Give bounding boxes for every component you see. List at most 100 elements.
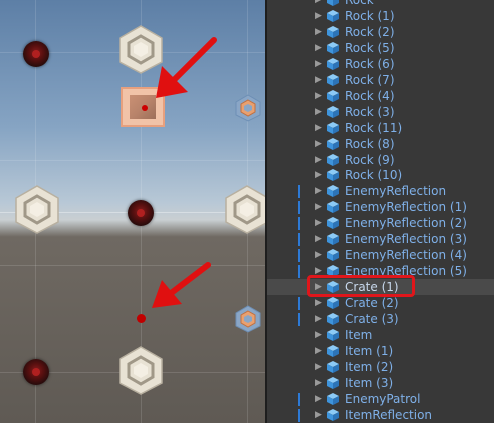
expand-arrow-icon[interactable]: ▶ (315, 231, 322, 247)
expand-arrow-icon[interactable]: ▶ (315, 295, 322, 311)
hierarchy-row[interactable]: ▶ EnemyReflection (1) (267, 199, 494, 215)
prefab-cube-icon (327, 137, 339, 150)
hierarchy-row[interactable]: ▶ Item (2) (267, 359, 494, 375)
hexagon-gizmo-icon[interactable] (234, 94, 262, 122)
expand-arrow-icon[interactable]: ▶ (315, 247, 322, 263)
red-arrow-icon (152, 262, 211, 308)
item-marker-dot[interactable] (137, 314, 146, 323)
rock-object[interactable] (10, 184, 64, 234)
prefab-cube-icon (327, 297, 339, 310)
expand-arrow-icon[interactable]: ▶ (315, 0, 322, 8)
hierarchy-row-label: EnemyReflection (1) (345, 200, 467, 215)
expand-arrow-icon[interactable]: ▶ (315, 56, 322, 72)
hierarchy-row[interactable]: ▶ Rock (2) (267, 24, 494, 40)
hierarchy-row[interactable]: ▶ EnemyPatrol (267, 391, 494, 407)
expand-arrow-icon[interactable]: ▶ (315, 152, 322, 168)
hierarchy-row-label: Rock (345, 0, 374, 7)
expand-arrow-icon[interactable]: ▶ (315, 199, 322, 215)
expand-arrow-icon[interactable]: ▶ (315, 375, 322, 391)
enemy-sphere[interactable] (128, 200, 154, 226)
hierarchy-row-label: ItemReflection (345, 407, 433, 422)
hierarchy-row-label: Rock (3) (345, 104, 395, 119)
prefab-override-marker (298, 249, 300, 263)
expand-arrow-icon[interactable]: ▶ (315, 8, 322, 24)
expand-arrow-icon[interactable]: ▶ (315, 215, 322, 231)
hierarchy-row[interactable]: ▶ Item (3) (267, 375, 494, 391)
prefab-cube-icon (327, 25, 339, 38)
hierarchy-row-label: Rock (8) (345, 136, 395, 151)
hierarchy-row[interactable]: ▶ EnemyReflection (4) (267, 247, 494, 263)
expand-arrow-icon[interactable]: ▶ (315, 136, 322, 152)
hierarchy-row-label: Crate (2) (345, 296, 399, 311)
expand-arrow-icon[interactable]: ▶ (315, 88, 322, 104)
expand-arrow-icon[interactable]: ▶ (315, 120, 322, 136)
prefab-cube-icon (327, 328, 339, 341)
red-arrow-icon (156, 37, 217, 98)
hierarchy-row-label: Crate (3) (345, 312, 399, 326)
hierarchy-row[interactable]: ▶ Rock (6) (267, 56, 494, 72)
hierarchy-row[interactable]: ▶ Rock (7) (267, 72, 494, 88)
prefab-override-marker (298, 265, 300, 279)
hierarchy-row[interactable]: ▶ EnemyReflection (2) (267, 215, 494, 231)
prefab-cube-icon (327, 392, 339, 405)
expand-arrow-icon[interactable]: ▶ (315, 167, 322, 183)
hierarchy-row[interactable]: ▶ Rock (1) (267, 8, 494, 24)
hierarchy-row[interactable]: ▶ Rock (3) (267, 104, 494, 120)
hexagon-gizmo-icon[interactable] (234, 305, 262, 333)
hierarchy-row-label: EnemyReflection (4) (345, 248, 467, 263)
hierarchy-row[interactable]: ▶ Crate (3) (267, 311, 494, 327)
prefab-override-marker (298, 201, 300, 215)
prefab-cube-icon (327, 313, 339, 325)
hierarchy-row-label: Rock (4) (345, 88, 395, 103)
hierarchy-row-label: EnemyPatrol (345, 391, 421, 406)
hierarchy-row[interactable]: ▶ EnemyReflection (3) (267, 231, 494, 247)
expand-arrow-icon[interactable]: ▶ (315, 183, 322, 199)
hierarchy-row-label: EnemyReflection (345, 184, 447, 199)
hierarchy-row[interactable]: ▶ Rock (5) (267, 40, 494, 56)
expand-arrow-icon[interactable]: ▶ (315, 24, 322, 40)
prefab-override-marker (298, 217, 300, 231)
hierarchy-row[interactable]: ▶ Item (1) (267, 343, 494, 359)
expand-arrow-icon[interactable]: ▶ (315, 391, 322, 407)
expand-arrow-icon[interactable]: ▶ (315, 40, 322, 56)
expand-arrow-icon[interactable]: ▶ (315, 359, 322, 375)
scene-view[interactable] (0, 0, 265, 423)
expand-arrow-icon[interactable]: ▶ (315, 72, 322, 88)
expand-arrow-icon[interactable]: ▶ (315, 407, 322, 423)
hierarchy-row[interactable]: ▶ Item (267, 327, 494, 343)
prefab-cube-icon (327, 9, 339, 22)
hierarchy-row-label: EnemyReflection (3) (345, 232, 467, 247)
prefab-cube-icon (327, 121, 339, 134)
expand-arrow-icon[interactable]: ▶ (315, 327, 322, 343)
hierarchy-row[interactable]: ▶ Rock (267, 0, 494, 8)
hierarchy-row-label: Item (2) (345, 359, 394, 374)
prefab-override-marker (298, 185, 300, 199)
grid-line (0, 160, 265, 161)
hierarchy-row[interactable]: ▶ Rock (9) (267, 152, 494, 168)
rock-object[interactable] (220, 184, 265, 234)
prefab-cube-icon (327, 344, 339, 357)
prefab-cube-icon (327, 0, 339, 6)
expand-arrow-icon[interactable]: ▶ (315, 104, 322, 120)
hierarchy-row[interactable]: ▶ EnemyReflection (267, 183, 494, 199)
enemy-sphere[interactable] (23, 359, 49, 385)
expand-arrow-icon[interactable]: ▶ (315, 311, 322, 327)
grid-line (0, 265, 265, 266)
hierarchy-row[interactable]: ▶ Rock (10) (267, 167, 494, 183)
hierarchy-row[interactable]: ▶ Rock (4) (267, 88, 494, 104)
hierarchy-row-label: EnemyReflection (2) (345, 216, 467, 231)
hierarchy-row[interactable]: ▶ Crate (2) (267, 295, 494, 311)
hierarchy-panel[interactable]: ▶ Rock ▶ Rock (1) ▶ Rock (2) ▶ Rock (5) ▶ Rock (6… (267, 0, 494, 423)
hierarchy-row-label: Item (3) (345, 375, 394, 390)
prefab-cube-icon (327, 249, 339, 262)
rock-object[interactable] (114, 345, 168, 395)
hierarchy-row[interactable]: ▶ ItemReflection (267, 407, 494, 423)
prefab-cube-icon (327, 57, 339, 70)
expand-arrow-icon[interactable]: ▶ (315, 343, 322, 359)
prefab-override-marker (298, 392, 300, 406)
prefab-override-marker (298, 313, 300, 326)
prefab-override-marker (298, 233, 300, 247)
enemy-sphere[interactable] (23, 41, 49, 67)
hierarchy-row[interactable]: ▶ Rock (11) (267, 120, 494, 136)
hierarchy-row[interactable]: ▶ Rock (8) (267, 136, 494, 152)
